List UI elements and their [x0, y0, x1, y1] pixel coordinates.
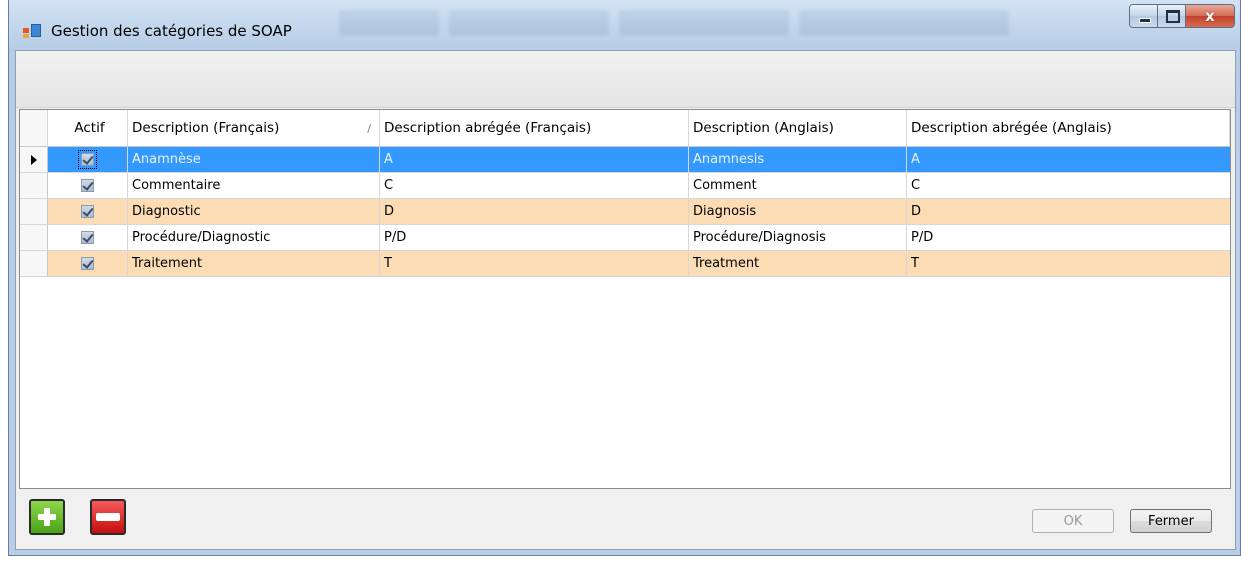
window-title: Gestion des catégories de SOAP	[51, 22, 292, 40]
column-header-description-en[interactable]: Description (Anglais)	[689, 110, 907, 147]
actif-checkbox[interactable]	[78, 150, 97, 169]
current-row-arrow-icon	[30, 154, 37, 165]
toolstrip	[16, 51, 1235, 108]
grid-header-row: Actif Description (Français) / Descripti…	[20, 110, 1230, 147]
abbrev-fr-cell[interactable]: P/D	[380, 225, 689, 251]
title-bar[interactable]: Gestion des catégories de SOAP x	[9, 0, 1240, 50]
checkmark-icon	[82, 205, 94, 217]
abbrev-fr-cell[interactable]: D	[380, 199, 689, 225]
column-header-abbrev-fr[interactable]: Description abrégée (Français)	[380, 110, 689, 147]
close-window-button[interactable]: x	[1186, 5, 1234, 27]
app-icon	[23, 24, 41, 38]
abbrev-en-cell[interactable]: D	[907, 199, 1230, 225]
categories-grid[interactable]: Actif Description (Français) / Descripti…	[19, 109, 1231, 489]
column-header-label: Description (Français)	[132, 120, 280, 136]
description-en-cell[interactable]: Procédure/Diagnosis	[689, 225, 907, 251]
abbrev-en-cell[interactable]: C	[907, 173, 1230, 199]
description-en-cell[interactable]: Diagnosis	[689, 199, 907, 225]
actif-checkbox[interactable]	[81, 179, 94, 192]
row-header-corner	[20, 110, 48, 147]
column-header-actif[interactable]: Actif	[48, 110, 128, 147]
sort-indicator-icon: /	[367, 121, 371, 135]
remove-category-button[interactable]	[90, 499, 126, 535]
close-icon: x	[1205, 7, 1215, 25]
ok-button[interactable]: OK	[1032, 509, 1114, 533]
add-category-button[interactable]	[29, 499, 65, 535]
table-row[interactable]: Diagnostic D Diagnosis D	[20, 199, 1230, 225]
abbrev-en-cell[interactable]: T	[907, 251, 1230, 277]
abbrev-en-cell[interactable]: A	[907, 147, 1230, 173]
actif-cell[interactable]	[48, 225, 128, 251]
client-area: Actif Description (Français) / Descripti…	[15, 50, 1236, 550]
description-fr-cell[interactable]: Anamnèse	[128, 147, 380, 173]
maximize-icon	[1166, 10, 1180, 23]
table-row[interactable]: Procédure/Diagnostic P/D Procédure/Diagn…	[20, 225, 1230, 251]
abbrev-fr-cell[interactable]: A	[380, 147, 689, 173]
actif-cell[interactable]	[48, 173, 128, 199]
maximize-button[interactable]	[1158, 5, 1186, 27]
row-header[interactable]	[20, 147, 48, 173]
actif-checkbox[interactable]	[81, 231, 94, 244]
actif-cell[interactable]	[48, 199, 128, 225]
description-en-cell[interactable]: Treatment	[689, 251, 907, 277]
row-header[interactable]	[20, 199, 48, 225]
row-header[interactable]	[20, 225, 48, 251]
actif-cell[interactable]	[48, 251, 128, 277]
description-fr-cell[interactable]: Commentaire	[128, 173, 380, 199]
checkmark-icon	[82, 179, 94, 191]
description-fr-cell[interactable]: Procédure/Diagnostic	[128, 225, 380, 251]
dialog-window: Gestion des catégories de SOAP x Actif D…	[8, 0, 1241, 556]
description-fr-cell[interactable]: Diagnostic	[128, 199, 380, 225]
abbrev-en-cell[interactable]: P/D	[907, 225, 1230, 251]
minimize-icon	[1139, 18, 1151, 23]
row-header[interactable]	[20, 173, 48, 199]
description-en-cell[interactable]: Anamnesis	[689, 147, 907, 173]
table-row[interactable]: Commentaire C Comment C	[20, 173, 1230, 199]
minimize-button[interactable]	[1130, 5, 1158, 27]
column-header-description-fr[interactable]: Description (Français) /	[128, 110, 380, 147]
checkmark-icon	[82, 153, 94, 165]
plus-icon	[37, 507, 57, 527]
column-header-abbrev-en[interactable]: Description abrégée (Anglais)	[907, 110, 1230, 147]
description-fr-cell[interactable]: Traitement	[128, 251, 380, 277]
checkmark-icon	[82, 231, 94, 243]
minus-icon	[96, 513, 120, 521]
actif-cell[interactable]	[48, 147, 128, 173]
window-controls: x	[1129, 4, 1235, 28]
fermer-button[interactable]: Fermer	[1130, 509, 1212, 533]
table-row[interactable]: Anamnèse A Anamnesis A	[20, 147, 1230, 173]
checkmark-icon	[82, 257, 94, 269]
actif-checkbox[interactable]	[81, 257, 94, 270]
actif-checkbox[interactable]	[81, 205, 94, 218]
row-header[interactable]	[20, 251, 48, 277]
description-en-cell[interactable]: Comment	[689, 173, 907, 199]
table-row[interactable]: Traitement T Treatment T	[20, 251, 1230, 277]
abbrev-fr-cell[interactable]: T	[380, 251, 689, 277]
abbrev-fr-cell[interactable]: C	[380, 173, 689, 199]
